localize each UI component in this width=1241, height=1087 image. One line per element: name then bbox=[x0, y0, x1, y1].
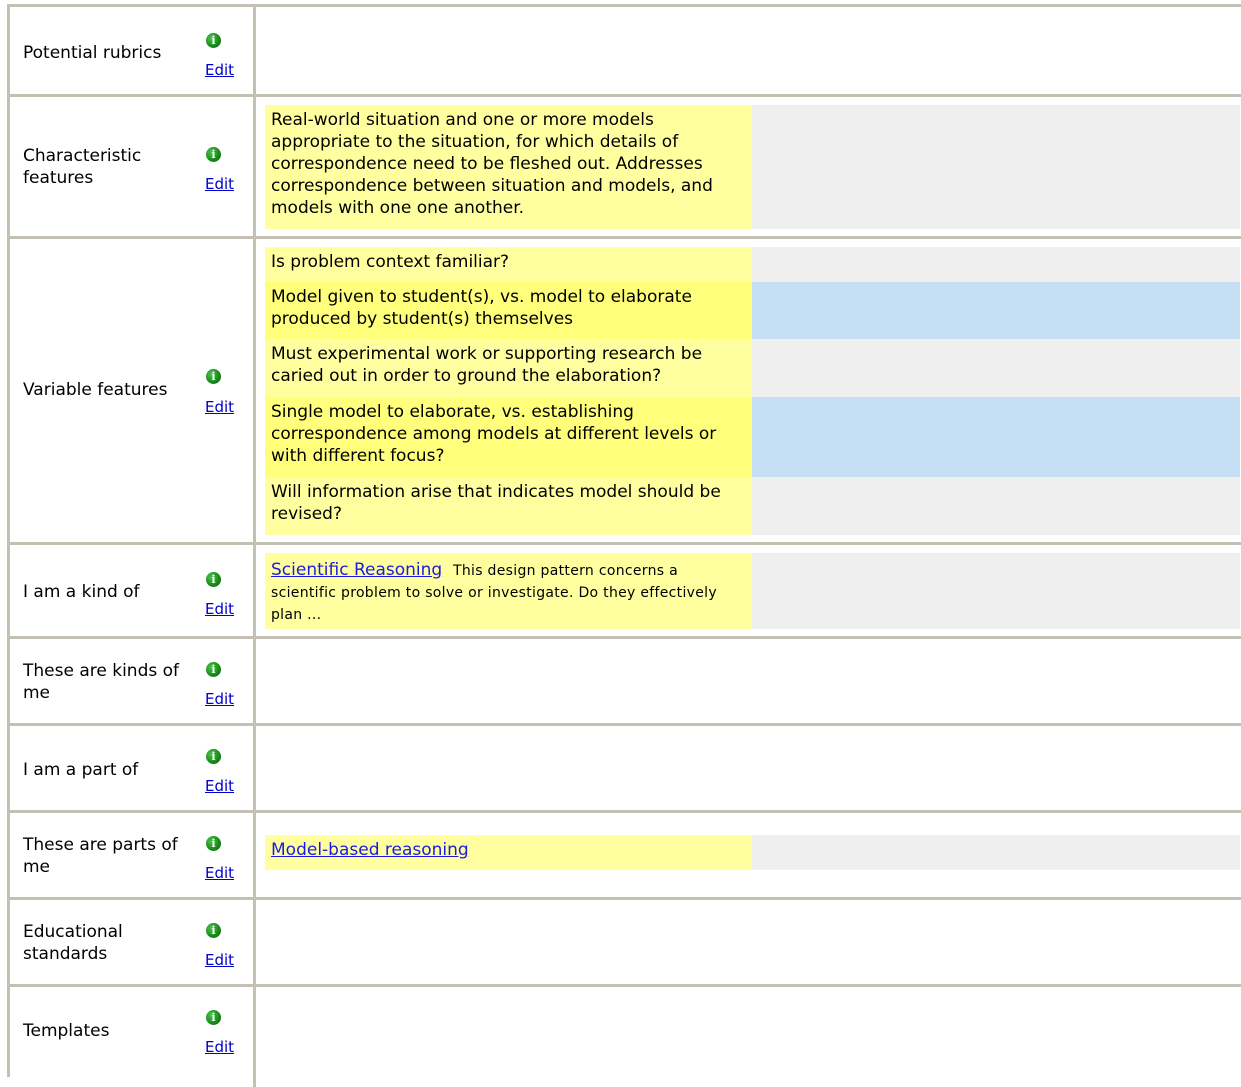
content-cell-parts-of-me: Model-based reasoning bbox=[256, 813, 1241, 897]
label-cell: Potential rubrics i Edit bbox=[10, 7, 256, 94]
edit-link-potential-rubrics[interactable]: Edit bbox=[205, 61, 234, 79]
edit-link-parts-of-me[interactable]: Edit bbox=[205, 864, 234, 882]
row-kind-of: I am a kind of i Edit Scientific Reasoni… bbox=[10, 545, 1241, 639]
label-cell: Characteristic features i Edit bbox=[10, 97, 256, 236]
label-cell: These are kinds of me i Edit bbox=[10, 639, 256, 723]
info-icon[interactable]: i bbox=[206, 923, 221, 938]
item-side-panel bbox=[752, 397, 1240, 477]
info-icon[interactable]: i bbox=[206, 836, 221, 851]
row-kinds-of-me: These are kinds of me i Edit bbox=[10, 639, 1241, 726]
row-label-educational-standards: Educational standards bbox=[23, 922, 123, 964]
item-side-panel bbox=[752, 282, 1240, 339]
info-icon[interactable]: i bbox=[206, 147, 221, 162]
row-characteristic-features: Characteristic features i Edit Real-worl… bbox=[10, 97, 1241, 239]
variable-feature-text: Must experimental work or supporting res… bbox=[265, 339, 752, 397]
content-cell-variable-features: Is problem context familiar? Model given… bbox=[256, 239, 1241, 542]
content-cell-potential-rubrics bbox=[256, 7, 1241, 94]
info-icon[interactable]: i bbox=[206, 33, 221, 48]
variable-feature-text: Will information arise that indicates mo… bbox=[265, 477, 752, 535]
info-icon[interactable]: i bbox=[206, 1010, 221, 1025]
list-item: Single model to elaborate, vs. establish… bbox=[265, 397, 1240, 477]
row-part-of: I am a part of i Edit bbox=[10, 726, 1241, 813]
content-cell-part-of bbox=[256, 726, 1241, 810]
variable-feature-text: Model given to student(s), vs. model to … bbox=[265, 282, 752, 339]
item-side-panel bbox=[752, 339, 1240, 397]
row-label-part-of: I am a part of bbox=[23, 760, 139, 780]
edit-link-part-of[interactable]: Edit bbox=[205, 777, 234, 795]
content-cell-templates bbox=[256, 987, 1241, 1087]
list-item: Model-based reasoning bbox=[265, 835, 1240, 870]
list-item: Model given to student(s), vs. model to … bbox=[265, 282, 1240, 339]
label-cell: I am a kind of i Edit bbox=[10, 545, 256, 636]
edit-link-kind-of[interactable]: Edit bbox=[205, 600, 234, 618]
list-item: Real-world situation and one or more mod… bbox=[265, 105, 1240, 229]
label-cell: Templates i Edit bbox=[10, 987, 256, 1087]
row-label-variable-features: Variable features bbox=[23, 380, 168, 400]
parts-of-me-entry: Model-based reasoning bbox=[265, 835, 752, 870]
content-cell-characteristic-features: Real-world situation and one or more mod… bbox=[256, 97, 1241, 236]
row-label-characteristic-features: Characteristic features bbox=[23, 146, 142, 188]
info-icon[interactable]: i bbox=[206, 749, 221, 764]
info-icon[interactable]: i bbox=[206, 572, 221, 587]
row-label-potential-rubrics: Potential rubrics bbox=[23, 43, 162, 63]
scientific-reasoning-link[interactable]: Scientific Reasoning bbox=[271, 560, 442, 580]
edit-link-variable-features[interactable]: Edit bbox=[205, 398, 234, 416]
list-item: Scientific Reasoning This design pattern… bbox=[265, 553, 1240, 629]
row-potential-rubrics: Potential rubrics i Edit bbox=[10, 7, 1241, 97]
row-variable-features: Variable features i Edit Is problem cont… bbox=[10, 239, 1241, 545]
variable-feature-text: Is problem context familiar? bbox=[265, 247, 752, 282]
edit-link-educational-standards[interactable]: Edit bbox=[205, 951, 234, 969]
variable-feature-text: Single model to elaborate, vs. establish… bbox=[265, 397, 752, 477]
label-cell: These are parts of me i Edit bbox=[10, 813, 256, 897]
label-cell: Educational standards i Edit bbox=[10, 900, 256, 984]
item-side-panel bbox=[752, 835, 1240, 870]
content-cell-kinds-of-me bbox=[256, 639, 1241, 723]
edit-link-templates[interactable]: Edit bbox=[205, 1038, 234, 1056]
list-item: Will information arise that indicates mo… bbox=[265, 477, 1240, 535]
row-templates: Templates i Edit bbox=[10, 987, 1241, 1087]
item-side-panel bbox=[752, 247, 1240, 282]
content-cell-educational-standards bbox=[256, 900, 1241, 984]
row-label-kind-of: I am a kind of bbox=[23, 582, 140, 602]
content-cell-kind-of: Scientific Reasoning This design pattern… bbox=[256, 545, 1241, 636]
info-icon[interactable]: i bbox=[206, 662, 221, 677]
row-educational-standards: Educational standards i Edit bbox=[10, 900, 1241, 987]
label-cell: Variable features i Edit bbox=[10, 239, 256, 542]
item-side-panel bbox=[752, 105, 1240, 229]
list-item: Is problem context familiar? bbox=[265, 247, 1240, 282]
edit-link-characteristic-features[interactable]: Edit bbox=[205, 175, 234, 193]
model-based-reasoning-link[interactable]: Model-based reasoning bbox=[271, 840, 469, 860]
edit-link-kinds-of-me[interactable]: Edit bbox=[205, 690, 234, 708]
row-label-parts-of-me: These are parts of me bbox=[23, 835, 178, 877]
characteristic-feature-text: Real-world situation and one or more mod… bbox=[265, 105, 752, 229]
row-parts-of-me: These are parts of me i Edit Model-based… bbox=[10, 813, 1241, 900]
kind-of-entry: Scientific Reasoning This design pattern… bbox=[265, 553, 752, 629]
label-cell: I am a part of i Edit bbox=[10, 726, 256, 810]
design-pattern-attributes-table: Potential rubrics i Edit Characteristic … bbox=[7, 4, 1241, 1087]
info-icon[interactable]: i bbox=[206, 369, 221, 384]
item-side-panel bbox=[752, 477, 1240, 535]
row-label-kinds-of-me: These are kinds of me bbox=[23, 661, 180, 703]
row-label-templates: Templates bbox=[23, 1021, 110, 1041]
list-item: Must experimental work or supporting res… bbox=[265, 339, 1240, 397]
item-side-panel bbox=[752, 553, 1240, 629]
